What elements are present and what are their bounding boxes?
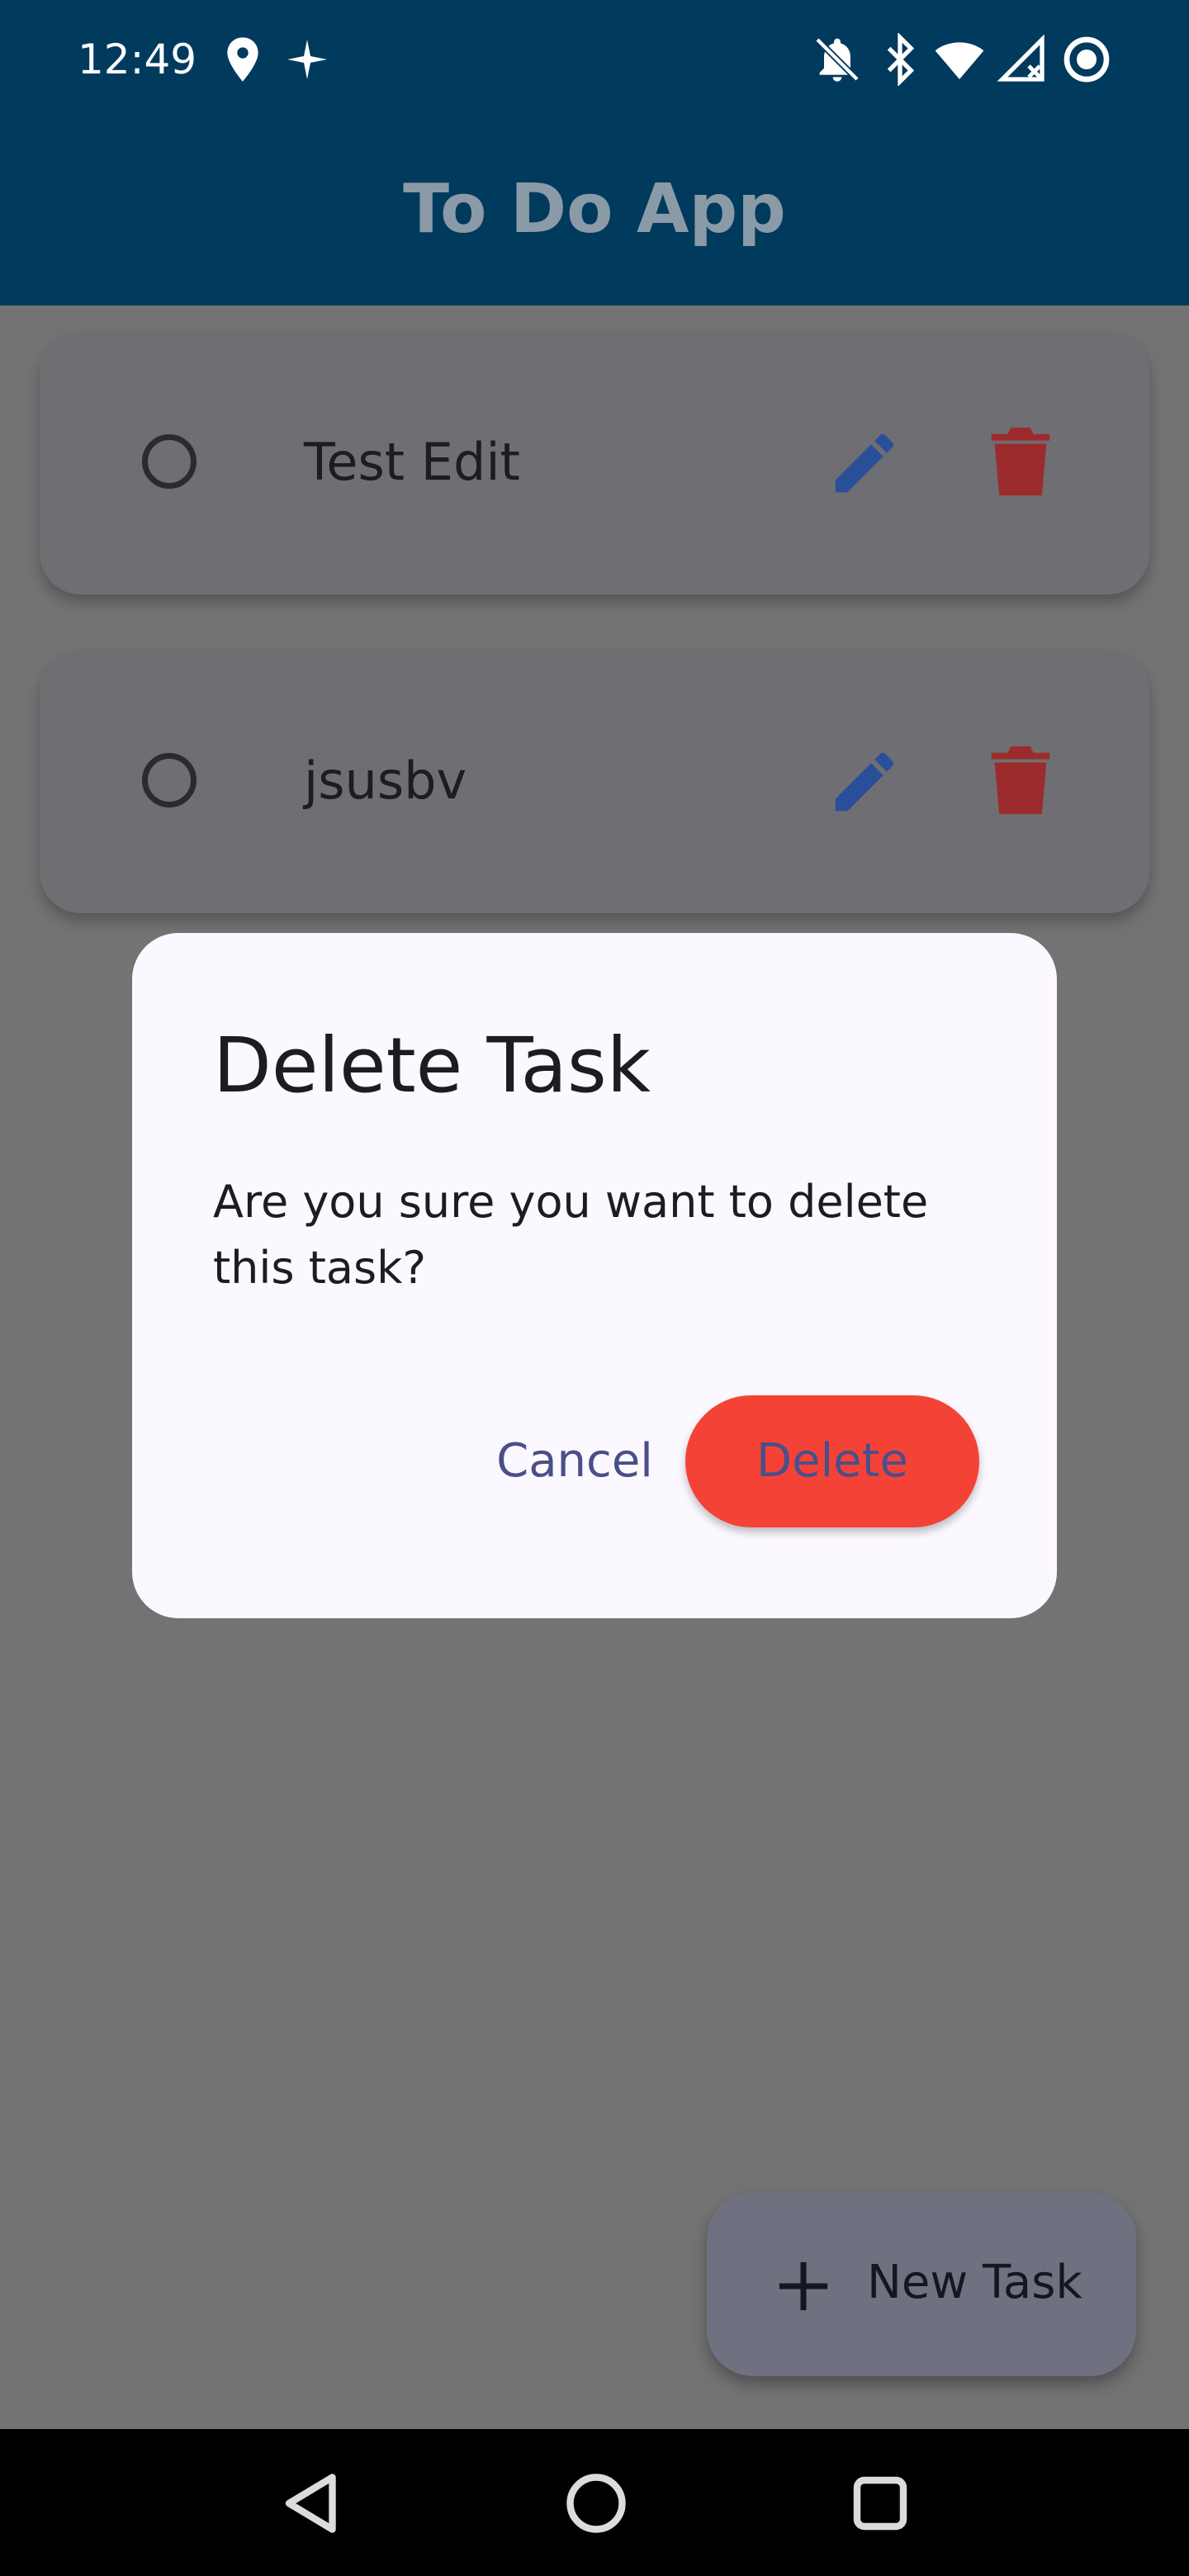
edit-icon[interactable] (826, 424, 903, 502)
dialog-message: Are you sure you want to delete this tas… (213, 1176, 929, 1294)
task-card[interactable]: Test Edit (40, 332, 1149, 594)
task-card[interactable]: jsusbv (40, 651, 1149, 913)
battery-ring-icon (1063, 36, 1110, 83)
delete-button[interactable]: Delete (685, 1395, 979, 1527)
app-bar: To Do App (0, 124, 1189, 305)
edit-icon[interactable] (826, 743, 903, 821)
task-complete-checkbox[interactable] (142, 753, 197, 807)
delete-task-dialog: Delete Task Are you sure you want to del… (132, 933, 1057, 1618)
task-title: jsusbv (304, 751, 467, 811)
notifications-off-icon (815, 37, 860, 82)
bluetooth-icon (887, 33, 915, 86)
back-icon[interactable] (277, 2469, 347, 2538)
task-complete-checkbox[interactable] (142, 434, 197, 489)
status-bar: 12:49 (0, 0, 1189, 124)
system-nav-bar (0, 2429, 1189, 2576)
sparkle-icon (287, 40, 327, 79)
signal-icon (997, 34, 1045, 82)
plus-icon (779, 2261, 828, 2311)
wifi-icon (935, 42, 984, 79)
cancel-button[interactable]: Cancel (459, 1395, 690, 1527)
status-time: 12:49 (78, 36, 197, 83)
delete-icon[interactable] (988, 424, 1054, 502)
new-task-label: New Task (867, 2256, 1082, 2309)
home-icon[interactable] (561, 2469, 631, 2538)
delete-icon[interactable] (988, 743, 1054, 821)
new-task-button[interactable]: New Task (707, 2193, 1136, 2376)
location-pin-icon (227, 37, 258, 82)
dialog-title: Delete Task (213, 1021, 651, 1110)
app-title: To Do App (403, 170, 786, 249)
task-title: Test Edit (304, 432, 520, 492)
recents-icon[interactable] (846, 2469, 915, 2538)
